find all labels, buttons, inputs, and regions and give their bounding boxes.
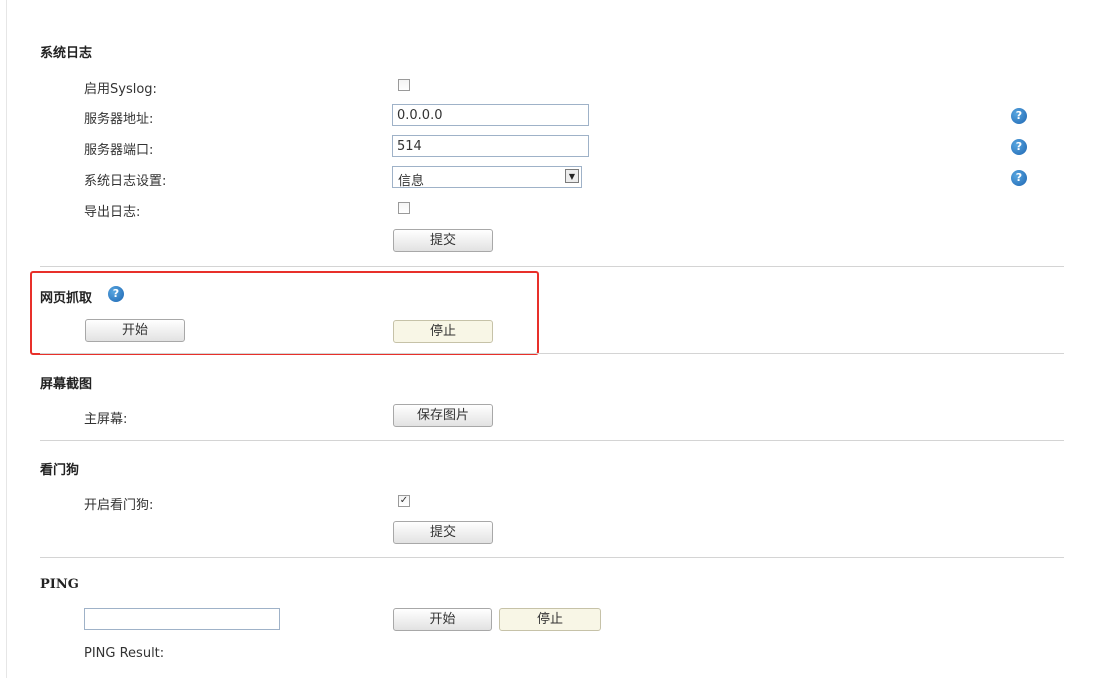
server-address-input[interactable] — [392, 104, 589, 126]
divider — [40, 557, 1064, 558]
web-capture-start-button[interactable]: 开始 — [85, 319, 185, 342]
divider — [40, 266, 1064, 267]
syslog-submit-button[interactable]: 提交 — [393, 229, 493, 252]
ping-start-button[interactable]: 开始 — [393, 608, 492, 631]
help-icon[interactable]: ? — [1011, 170, 1027, 186]
syslog-level-label: 系统日志设置: — [84, 174, 167, 189]
divider — [40, 440, 1064, 441]
web-capture-stop-button[interactable]: 停止 — [393, 320, 493, 343]
enable-watchdog-checkbox[interactable]: ✓ — [398, 495, 410, 507]
watchdog-section-title: 看门狗 — [40, 463, 80, 478]
syslog-section-title: 系统日志 — [40, 46, 93, 61]
ping-result-label: PING Result: — [84, 646, 165, 661]
export-log-checkbox[interactable] — [398, 202, 410, 214]
server-port-input[interactable] — [392, 135, 589, 157]
help-icon[interactable]: ? — [108, 286, 124, 302]
main-screen-label: 主屏幕: — [84, 412, 128, 427]
enable-syslog-label: 启用Syslog: — [84, 82, 157, 97]
syslog-level-select[interactable]: 信息 ▼ — [392, 166, 582, 189]
save-image-button[interactable]: 保存图片 — [393, 404, 493, 427]
server-port-label: 服务器端口: — [84, 143, 154, 158]
chevron-down-icon[interactable]: ▼ — [565, 169, 579, 183]
server-address-label: 服务器地址: — [84, 112, 154, 127]
ping-address-input[interactable] — [84, 608, 280, 630]
web-capture-section-title: 网页抓取 — [40, 291, 93, 306]
ping-section-title: PING — [40, 577, 79, 592]
syslog-level-value: 信息 — [398, 174, 425, 189]
divider — [40, 353, 1064, 354]
help-icon[interactable]: ? — [1011, 139, 1027, 155]
help-icon[interactable]: ? — [1011, 108, 1027, 124]
ping-stop-button[interactable]: 停止 — [499, 608, 601, 631]
export-log-label: 导出日志: — [84, 205, 141, 220]
screenshot-section-title: 屏幕截图 — [40, 377, 93, 392]
page: 系统日志 启用Syslog: 服务器地址: ? 服务器端口: ? 系统日志设置:… — [0, 0, 1112, 678]
enable-syslog-checkbox[interactable] — [398, 79, 410, 91]
left-border — [6, 0, 7, 678]
enable-watchdog-label: 开启看门狗: — [84, 498, 154, 513]
watchdog-submit-button[interactable]: 提交 — [393, 521, 493, 544]
